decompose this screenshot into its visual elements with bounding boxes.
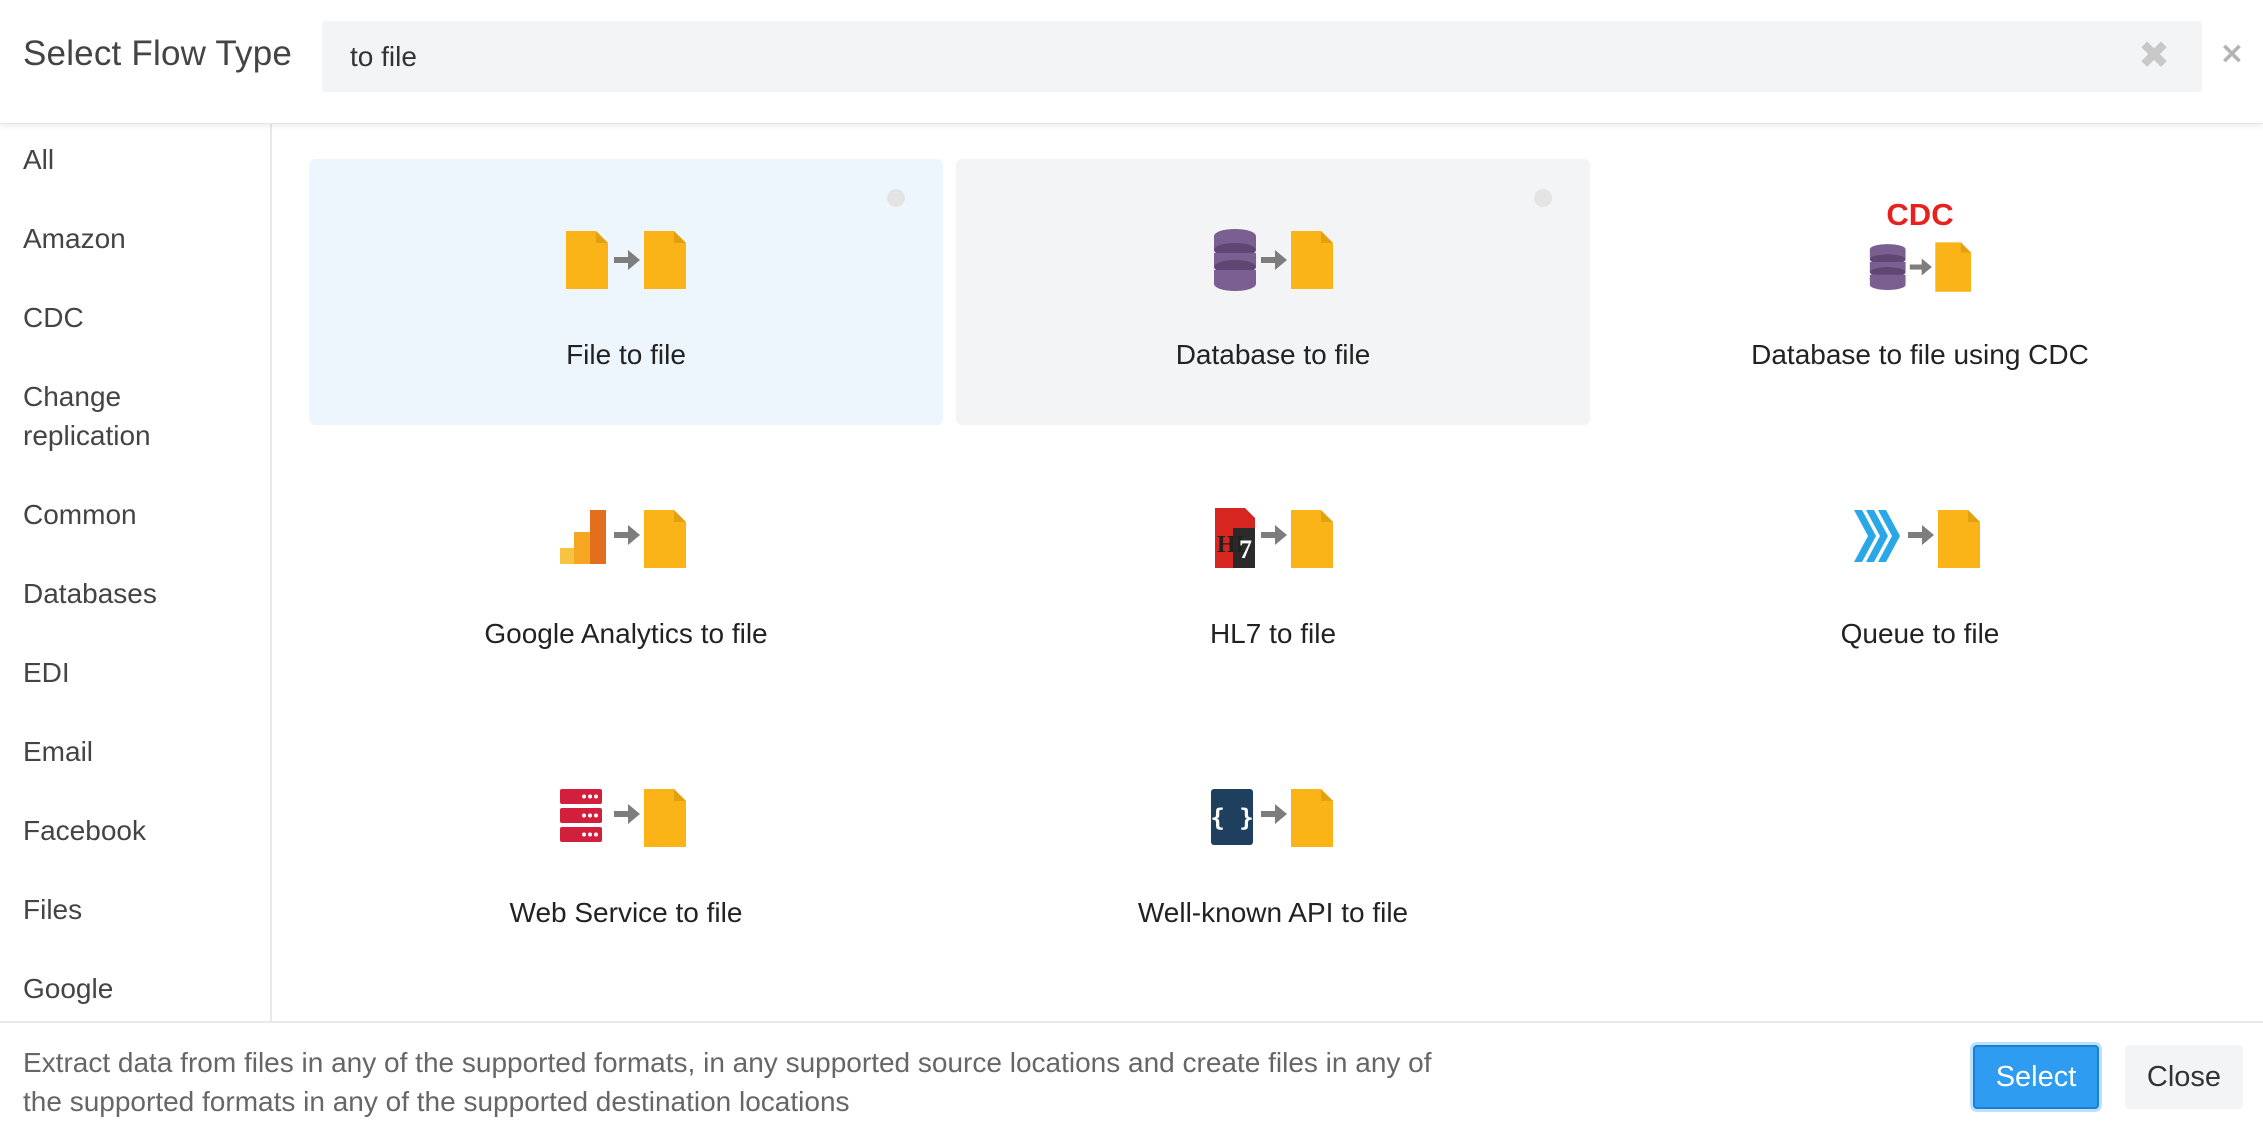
search-input[interactable] (350, 39, 2050, 75)
web-service-to-file-icon (560, 789, 686, 847)
close-button[interactable]: Close (2125, 1045, 2243, 1109)
cdc-badge: CDC (1886, 197, 1954, 232)
tile-label: Queue to file (1840, 618, 2000, 649)
sidebar-item-edi[interactable]: EDI (23, 653, 253, 692)
sidebar-item-change-replication[interactable]: Change replication (23, 377, 173, 455)
tile-status-dot (1534, 189, 1552, 207)
hl7-to-file-icon: HL 7 (1215, 508, 1333, 568)
sidebar-item-databases[interactable]: Databases (23, 574, 253, 613)
close-dialog-icon[interactable]: × (2216, 38, 2248, 70)
select-flow-type-dialog: Select Flow Type ✖ × All Amazon CDC Chan… (0, 0, 2263, 1133)
sidebar-item-cdc[interactable]: CDC (23, 298, 253, 337)
tile-queue-to-file[interactable]: Queue to file (1603, 438, 2237, 704)
google-analytics-to-file-icon (560, 510, 686, 568)
tile-database-to-file-cdc[interactable]: CDC Database to file using CDC (1603, 159, 2237, 425)
dialog-footer: Extract data from files in any of the su… (0, 1021, 2263, 1133)
tile-status-dot (887, 189, 905, 207)
tile-label: Database to file using CDC (1751, 339, 2089, 370)
tile-hl7-to-file[interactable]: HL 7 HL7 to file (956, 438, 1590, 704)
flow-type-grid: File to file Database to file CDC Databa… (274, 124, 2263, 1021)
tile-file-to-file[interactable]: File to file (309, 159, 943, 425)
svg-text:{ }: { } (1210, 804, 1253, 832)
flow-description: Extract data from files in any of the su… (23, 1047, 1432, 1117)
sidebar-item-email[interactable]: Email (23, 732, 253, 771)
tile-label: File to file (566, 339, 686, 370)
clear-search-icon[interactable]: ✖ (2134, 35, 2174, 75)
sidebar-item-google[interactable]: Google (23, 969, 253, 1008)
tile-label: Database to file (1175, 339, 1371, 370)
sidebar-item-files[interactable]: Files (23, 890, 253, 929)
tile-label: Well-known API to file (1137, 897, 1409, 928)
database-to-file-icon (1214, 229, 1333, 291)
category-sidebar: All Amazon CDC Change replication Common… (0, 124, 272, 1021)
sidebar-item-all[interactable]: All (23, 140, 253, 179)
tile-google-analytics-to-file[interactable]: Google Analytics to file (309, 438, 943, 704)
sidebar-item-facebook[interactable]: Facebook (23, 811, 253, 850)
api-to-file-icon: { } (1210, 789, 1333, 847)
sidebar-item-common[interactable]: Common (23, 495, 253, 534)
dialog-header: Select Flow Type ✖ × (0, 0, 2263, 124)
tile-label: HL7 to file (1209, 618, 1337, 649)
tile-web-service-to-file[interactable]: Web Service to file (309, 717, 943, 983)
tile-label: Google Analytics to file (484, 618, 768, 649)
dialog-title: Select Flow Type (23, 34, 293, 73)
search-box: ✖ (322, 21, 2202, 92)
select-button[interactable]: Select (1973, 1045, 2099, 1109)
tile-label: Web Service to file (509, 897, 743, 928)
queue-to-file-icon (1854, 510, 1980, 568)
tile-database-to-file[interactable]: Database to file (956, 159, 1590, 425)
svg-text:7: 7 (1239, 535, 1252, 564)
file-to-file-icon (566, 231, 686, 289)
sidebar-item-amazon[interactable]: Amazon (23, 219, 253, 258)
database-cdc-to-file-icon (1869, 242, 1971, 292)
tile-well-known-api-to-file[interactable]: { } Well-known API to file (956, 717, 1590, 983)
